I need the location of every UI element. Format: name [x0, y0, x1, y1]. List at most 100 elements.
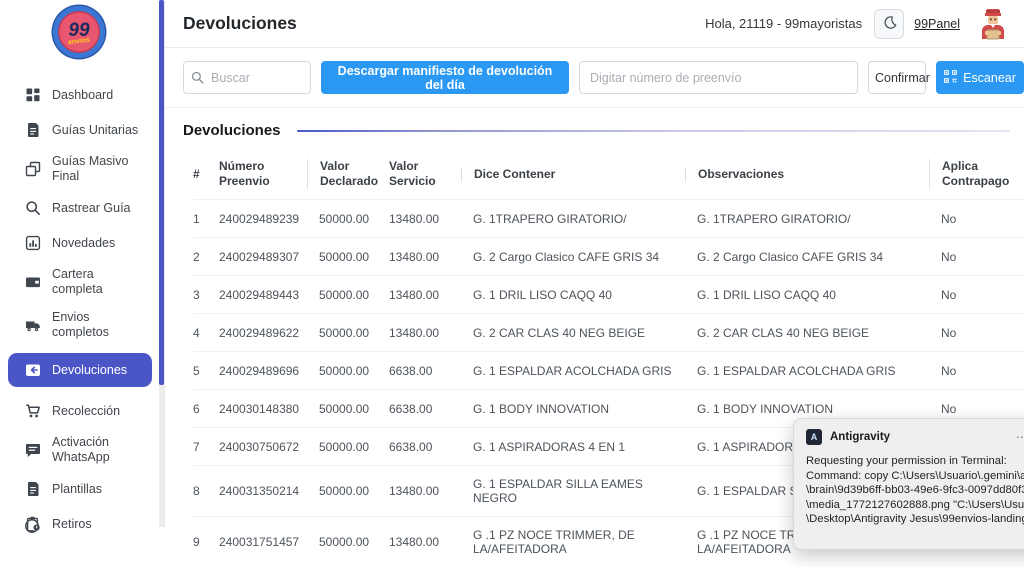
toast-line: \Desktop\Antigravity Jesus\99envios-land… [806, 512, 1024, 527]
section-divider [297, 130, 1010, 132]
sidebar-item-devoluciones[interactable]: Devoluciones [8, 353, 152, 387]
download-manifest-button[interactable]: Descargar manifiesto de devolución del d… [321, 61, 569, 94]
sidebar-item-dashboard[interactable]: Dashboard [0, 84, 164, 106]
sidebar-scrollbar-thumb[interactable] [159, 0, 164, 385]
table-header-row: # Número Preenvio Valor Declarado Valor … [193, 147, 1024, 199]
scan-button-label: Escanear [963, 71, 1016, 85]
sidebar-item-label: Devoluciones [52, 363, 127, 378]
document-icon [24, 481, 41, 498]
cell-declarado: 50000.00 [307, 353, 389, 389]
section-title: Devoluciones [183, 122, 281, 139]
cell-servicio: 13480.00 [389, 201, 461, 237]
cell-declarado: 50000.00 [307, 277, 389, 313]
confirm-button[interactable]: Confirmar [868, 61, 926, 94]
sidebar-item-label: Guías Unitarias [52, 123, 138, 138]
cell-contrapago: No [929, 315, 1015, 351]
sidebar-item-whatsapp[interactable]: Activación WhatsApp [0, 435, 164, 465]
cell-preenvio: 240029489307 [219, 239, 307, 275]
sidebar-item-label: Recolección [52, 404, 120, 419]
toolbar-divider [165, 107, 1024, 108]
user-greeting: Hola, 21119 - 99mayoristas [705, 16, 862, 31]
cell-observaciones: G. 2 CAR CLAS 40 NEG BEIGE [685, 315, 929, 351]
chat-icon [24, 442, 41, 459]
cell-declarado: 50000.00 [307, 429, 389, 465]
dark-mode-toggle[interactable] [874, 9, 904, 39]
sidebar-item-plantillas[interactable]: Plantillas [0, 478, 164, 500]
sidebar-item-envios[interactable]: Envios completos [0, 310, 164, 340]
cell-declarado: 50000.00 [307, 315, 389, 351]
cell-declarado: 50000.00 [307, 524, 389, 560]
sidebar-item-recoleccion[interactable]: Recolección [0, 400, 164, 422]
cell-preenvio: 240029489622 [219, 315, 307, 351]
cell-contrapago: No [929, 277, 1015, 313]
table-row: 1 240029489239 50000.00 13480.00 G. 1TRA… [193, 199, 1024, 237]
cell-preenvio: 240030148380 [219, 391, 307, 427]
search-box [183, 61, 311, 94]
sidebar-item-label: Dashboard [52, 88, 113, 103]
table-row: 3 240029489443 50000.00 13480.00 G. 1 DR… [193, 275, 1024, 313]
sidebar-item-cartera[interactable]: Cartera completa [0, 267, 164, 297]
toast-line: \media_1772127602888.png "C:\Users\Usuar… [806, 498, 1024, 513]
sidebar-item-label: Retiros [52, 517, 92, 532]
sidebar-nav: Dashboard Guías Unitarias Guías Masivo F… [0, 84, 164, 548]
page-title: Devoluciones [183, 13, 705, 34]
table-row: 5 240029489696 50000.00 6638.00 G. 1 ESP… [193, 351, 1024, 389]
sidebar-item-label: Cartera completa [52, 267, 144, 297]
cell-index: 8 [193, 473, 219, 509]
cell-contener: G. 1 DRIL LISO CAQQ 40 [461, 277, 685, 313]
cell-contener: G. 2 CAR CLAS 40 NEG BEIGE [461, 315, 685, 351]
cell-index: 7 [193, 429, 219, 465]
sidebar-scrollbar-track[interactable] [159, 0, 164, 527]
cell-contrapago: No [929, 201, 1015, 237]
cell-servicio: 6638.00 [389, 391, 461, 427]
brand-logo[interactable]: 99 envíos [53, 6, 105, 58]
cell-servicio: 13480.00 [389, 473, 461, 509]
sidebar-item-label: Novedades [52, 236, 115, 251]
cell-index: 4 [193, 315, 219, 351]
toast-more-icon[interactable]: ⋯ [1016, 430, 1024, 444]
col-header-preenvio: Número Preenvio [219, 159, 307, 189]
cell-observaciones: G. 2 Cargo Clasico CAFE GRIS 34 [685, 239, 929, 275]
cell-contener: G. 1TRAPERO GIRATORIO/ [461, 201, 685, 237]
layers-icon [24, 161, 41, 178]
cell-declarado: 50000.00 [307, 201, 389, 237]
truck-icon [24, 317, 41, 334]
cell-observaciones: G. 1TRAPERO GIRATORIO/ [685, 201, 929, 237]
col-header-index: # [193, 167, 219, 182]
cell-index: 9 [193, 524, 219, 560]
cell-declarado: 50000.00 [307, 391, 389, 427]
toast-line: Requesting your permission in Terminal: [806, 454, 1024, 469]
toast-app-name: Antigravity [830, 431, 1008, 443]
cell-declarado: 50000.00 [307, 473, 389, 509]
cell-contener: G. 1 ASPIRADORAS 4 EN 1 [461, 429, 685, 465]
sidebar-item-label: Activación WhatsApp [52, 435, 144, 465]
panel-link[interactable]: 99Panel [914, 17, 960, 31]
cell-observaciones: G. 1 DRIL LISO CAQQ 40 [685, 277, 929, 313]
antigravity-app-icon: A [806, 429, 822, 445]
brand-logo-number: 99 [68, 23, 89, 38]
top-bar: Devoluciones Hola, 21119 - 99mayoristas … [165, 0, 1024, 48]
sidebar-item-guias-masivo[interactable]: Guías Masivo Final [0, 154, 164, 184]
sidebar-item-label: Rastrear Guía [52, 201, 131, 216]
preenvio-number-input[interactable] [579, 61, 858, 94]
cell-observaciones: G. 1 ESPALDAR ACOLCHADA GRIS [685, 353, 929, 389]
col-header-servicio: Valor Servicio [389, 159, 461, 189]
sidebar-item-label: Plantillas [52, 482, 102, 497]
toast-line: \brain\9d39b6ff-bb03-49e6-9fc3-0097dd80f… [806, 483, 1024, 498]
cell-contener: G. 2 Cargo Clasico CAFE GRIS 34 [461, 239, 685, 275]
bar-chart-icon [24, 235, 41, 252]
sidebar-item-guias-unitarias[interactable]: Guías Unitarias [0, 119, 164, 141]
scan-button[interactable]: Escanear [936, 61, 1024, 94]
col-header-declarado: Valor Declarado [307, 159, 389, 189]
moon-icon [882, 15, 897, 33]
cell-index: 1 [193, 201, 219, 237]
avatar[interactable] [974, 5, 1012, 43]
search-input[interactable] [183, 61, 311, 94]
sidebar-item-rastrear[interactable]: Rastrear Guía [0, 197, 164, 219]
cell-preenvio: 240029489696 [219, 353, 307, 389]
cell-declarado: 50000.00 [307, 239, 389, 275]
return-box-icon [24, 362, 41, 379]
sidebar-item-novedades[interactable]: Novedades [0, 232, 164, 254]
sidebar: 99 envíos Dashboard Guías Unitarias Guía… [0, 0, 164, 527]
cart-icon [24, 403, 41, 420]
